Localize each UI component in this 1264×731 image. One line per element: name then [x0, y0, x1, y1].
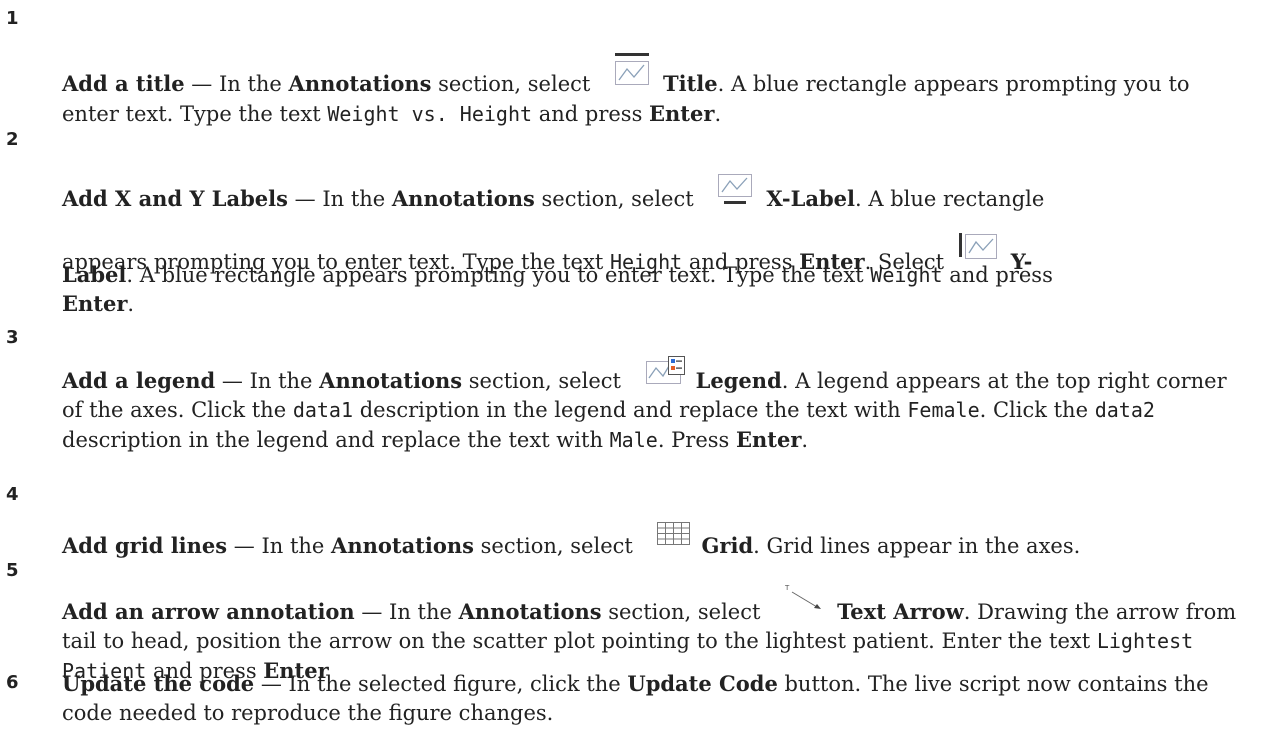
- step-number: 2: [6, 129, 19, 150]
- grid-icon: [656, 521, 692, 547]
- step-text: Update the code — In the selected figure…: [62, 671, 1209, 725]
- ylabel-button-label-b: Label: [62, 262, 127, 287]
- step-text: Add grid lines — In the Annotations sect…: [62, 521, 1242, 561]
- update-code-button-label: Update Code: [627, 671, 778, 696]
- step-lead: Add grid lines: [62, 533, 228, 558]
- step-text: Add a title — In the Annotations section…: [62, 51, 1242, 129]
- step-lead: Add a title: [62, 71, 185, 96]
- step-lead: Update the code: [62, 671, 255, 696]
- step-text: Add X and Y Labels — In the Annotations …: [62, 172, 1242, 214]
- title-icon: [613, 51, 653, 87]
- step-number: 5: [6, 560, 19, 581]
- step-lead: Add an arrow annotation: [62, 599, 355, 624]
- legend-button-label: Legend: [695, 368, 782, 393]
- xlabel-button-label: X-Label: [766, 186, 856, 211]
- text-arrow-button-label: Text Arrow: [837, 599, 964, 624]
- svg-text:T: T: [784, 584, 790, 592]
- grid-button-label: Grid: [701, 533, 754, 558]
- step-number: 4: [6, 484, 19, 505]
- title-button-label: Title: [663, 71, 718, 96]
- step-number: 1: [6, 8, 19, 29]
- step-number: 3: [6, 327, 19, 348]
- step-text: Add a legend — In the Annotations sectio…: [62, 356, 1242, 455]
- legend-icon: [644, 356, 686, 386]
- ylabel-icon: [957, 231, 999, 263]
- step-text-continued: Enter.: [62, 291, 135, 316]
- step-lead: Add a legend: [62, 368, 216, 393]
- text-arrow-icon: T: [783, 583, 827, 613]
- step-text-continued: Label. A blue rectangle appears promptin…: [62, 262, 1053, 287]
- xlabel-icon: [716, 172, 756, 206]
- step-number: 6: [6, 672, 19, 693]
- step-lead: Add X and Y Labels: [62, 186, 288, 211]
